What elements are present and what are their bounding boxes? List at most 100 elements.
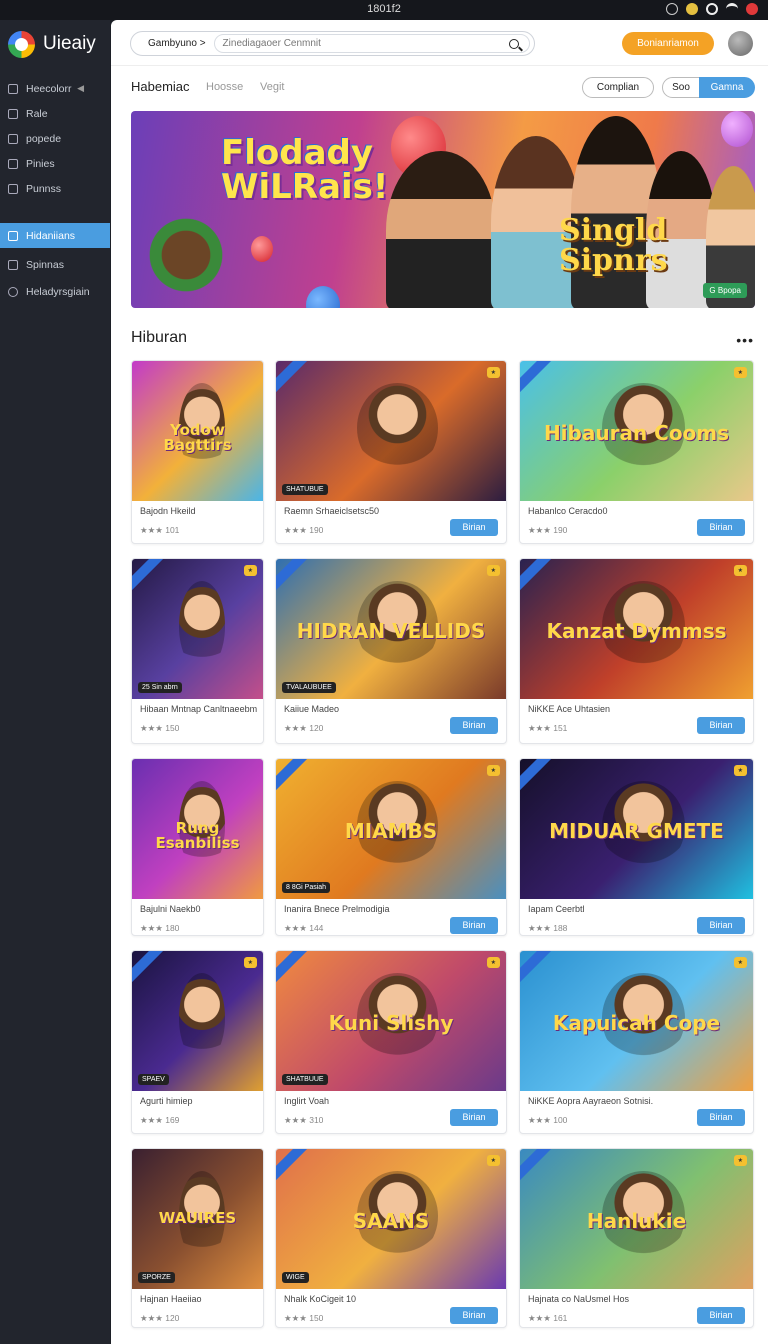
play-button[interactable]: Birian [697, 1307, 745, 1324]
game-title[interactable]: NiKKE Aopra Aayraeon Sotnisi. [528, 1096, 653, 1106]
sidebar-item-spinnas[interactable]: Spinnas [0, 252, 110, 277]
game-thumbnail[interactable]: ★ SAANS WIGE [276, 1149, 506, 1289]
game-title[interactable]: Inanira Bnece Prelmodigia [284, 904, 390, 914]
person-icon [8, 183, 18, 194]
game-card[interactable]: ★ Kapuicah Cope NiKKE Aopra Aayraeon Sotni… [519, 950, 754, 1134]
game-title[interactable]: NiKKE Ace Uhtasien [528, 704, 610, 714]
app-name: Uieaiy [43, 33, 96, 54]
game-title[interactable]: Raemn Srhaeiclsetsc50 [284, 506, 379, 516]
sidebar-item-label: Hidaniians [26, 229, 76, 242]
game-title[interactable]: Kaiiue Madeo [284, 704, 339, 714]
filter-games-button[interactable]: Gamna [699, 77, 755, 98]
hero-banner[interactable]: Flodady WiLRais! Singld Sipnrs G Bpopa [131, 111, 755, 308]
game-rating: ★★★ 190 [284, 525, 324, 535]
play-button[interactable]: Birian [450, 1109, 498, 1126]
game-card[interactable]: ★ 25 Sin abrn Hibaan Mntnap Canltnaeebm ★★★… [131, 558, 264, 744]
game-card[interactable]: ★ Kuni Slishy SHATBUUE Inglirt Voah ★★★ 310 B… [275, 950, 507, 1134]
tab-vegit[interactable]: Vegit [260, 81, 284, 93]
hero-title-line: WiLRais! [221, 167, 389, 207]
game-card[interactable]: ★ MIDUAR GMETE Iapam Ceerbtl ★★★ 188 Birian [519, 758, 754, 936]
search-input[interactable]: Zinediagaoer Cenmnit [213, 34, 530, 53]
game-rating: ★★★ 144 [284, 923, 324, 933]
rating-badge-icon: ★ [243, 957, 257, 968]
sidebar-item-rale[interactable]: Rale [0, 101, 110, 126]
corner-ribbon [132, 559, 165, 594]
game-thumbnail[interactable]: ★ Kanzat Dymmss [520, 559, 753, 699]
game-title[interactable]: Hajnan Haeiiao [140, 1294, 202, 1304]
game-card[interactable]: WAUIRES SPORZE Hajnan Haeiiao ★★★ 120 [131, 1148, 264, 1328]
sidebar-item-hidaniians[interactable]: Hidaniians [0, 223, 110, 248]
thumbnail-title: MIAMBS [344, 819, 438, 843]
game-title[interactable]: Bajulni Naekb0 [140, 904, 201, 914]
game-title[interactable]: Hibaan Mntnap Canltnaeebm [140, 704, 257, 714]
game-thumbnail[interactable]: ★ Hibauran Cooms [520, 361, 753, 501]
tab-hoosse[interactable]: Hoosse [206, 81, 243, 93]
game-card[interactable]: ★ MIAMBS 8 8Gi Pasiah Inanira Bnece Prelmod… [275, 758, 507, 936]
game-rating: ★★★ 169 [140, 1115, 180, 1125]
play-button[interactable]: Birian [450, 519, 498, 536]
game-card[interactable]: ★ Hanlukie Hajnata co NaUsmel Hos ★★★ 161 Bi… [519, 1148, 754, 1328]
game-card[interactable]: ★ Hibauran Cooms Habanlco Ceracdo0 ★★★ 190 B… [519, 360, 754, 544]
game-thumbnail[interactable]: Yodow Bagttirs [132, 361, 263, 501]
avatar[interactable] [728, 31, 753, 56]
game-title[interactable]: Bajodn Hkeild [140, 506, 196, 516]
search-icon[interactable] [509, 38, 519, 49]
game-title[interactable]: Inglirt Voah [284, 1096, 329, 1106]
game-thumbnail[interactable]: Rung Esanbiliss [132, 759, 263, 899]
game-thumbnail[interactable]: ★ HIDRAN VELLIDS TVALAUBUEE [276, 559, 506, 699]
compare-button[interactable]: Complian [582, 77, 654, 98]
tab-habemiac[interactable]: Habemiac [131, 79, 190, 94]
sidebar-item-history[interactable]: Heladyrsgiain [0, 279, 110, 304]
play-button[interactable]: Birian [697, 1109, 745, 1126]
game-title[interactable]: Habanlco Ceracdo0 [528, 506, 608, 516]
game-card[interactable]: ★ Kanzat Dymmss NiKKE Ace Uhtasien ★★★ 151 B… [519, 558, 754, 744]
game-rating: ★★★ 100 [528, 1115, 568, 1125]
thumbnail-label: 25 Sin abrn [138, 682, 182, 693]
game-thumbnail[interactable]: WAUIRES SPORZE [132, 1149, 263, 1289]
play-button[interactable]: Birian [450, 717, 498, 734]
game-thumbnail[interactable]: ★ SPAEV [132, 951, 263, 1091]
grid-icon [8, 230, 18, 241]
rating-badge-icon: ★ [733, 957, 747, 968]
game-card[interactable]: ★ SAANS WIGE Nhalk KoCigeit 10 ★★★ 150 Birian [275, 1148, 507, 1328]
game-title[interactable]: Hajnata co NaUsmel Hos [528, 1294, 629, 1304]
notification-icon [746, 3, 758, 15]
search-category-select[interactable]: Gambyuno > [131, 38, 214, 49]
filter-so-button[interactable]: Soo [662, 77, 700, 98]
thumbnail-title: SAANS [352, 1209, 430, 1233]
game-thumbnail[interactable]: ★ Kuni Slishy SHATBUUE [276, 951, 506, 1091]
game-rating: ★★★ 180 [140, 923, 180, 933]
character-figure [386, 151, 496, 308]
game-title[interactable]: Iapam Ceerbtl [528, 904, 585, 914]
play-button[interactable]: Birian [450, 1307, 498, 1324]
game-card[interactable]: ★ HIDRAN VELLIDS TVALAUBUEE Kaiiue Madeo ★★★… [275, 558, 507, 744]
cta-button[interactable]: Bonianriamon [622, 32, 714, 55]
clock-icon [8, 286, 18, 297]
play-button[interactable]: Birian [697, 917, 745, 934]
game-thumbnail[interactable]: ★ Kapuicah Cope [520, 951, 753, 1091]
game-thumbnail[interactable]: ★ MIAMBS 8 8Gi Pasiah [276, 759, 506, 899]
sidebar-item-home[interactable]: Heecolorr ◀ [0, 76, 110, 101]
sidebar-item-popede[interactable]: popede [0, 126, 110, 151]
app-logo[interactable]: Uieaiy [0, 20, 110, 68]
game-card[interactable]: Yodow Bagttirs Bajodn Hkeild ★★★ 101 [131, 360, 264, 544]
game-rating: ★★★ 161 [528, 1313, 568, 1323]
sidebar-item-pinies[interactable]: Pinies [0, 151, 110, 176]
game-card[interactable]: Rung Esanbiliss Bajulni Naekb0 ★★★ 180 [131, 758, 264, 936]
game-thumbnail[interactable]: ★ SHATUBUE [276, 361, 506, 501]
game-thumbnail[interactable]: ★ 25 Sin abrn [132, 559, 263, 699]
hero-title: Flodady WiLRais! [221, 136, 388, 204]
game-rating: ★★★ 150 [284, 1313, 324, 1323]
game-thumbnail[interactable]: ★ Hanlukie [520, 1149, 753, 1289]
game-thumbnail[interactable]: ★ MIDUAR GMETE [520, 759, 753, 899]
sidebar-item-punnss[interactable]: Punnss [0, 176, 110, 201]
thumbnail-title: Kanzat Dymmss [546, 619, 727, 643]
more-options-icon[interactable]: ••• [736, 332, 754, 348]
play-button[interactable]: Birian [697, 519, 745, 536]
game-title[interactable]: Agurti himiep [140, 1096, 193, 1106]
game-card[interactable]: ★ SHATUBUE Raemn Srhaeiclsetsc50 ★★★ 190 Bir… [275, 360, 507, 544]
game-card[interactable]: ★ SPAEV Agurti himiep ★★★ 169 [131, 950, 264, 1134]
game-title[interactable]: Nhalk KoCigeit 10 [284, 1294, 356, 1304]
play-button[interactable]: Birian [697, 717, 745, 734]
play-button[interactable]: Birian [450, 917, 498, 934]
